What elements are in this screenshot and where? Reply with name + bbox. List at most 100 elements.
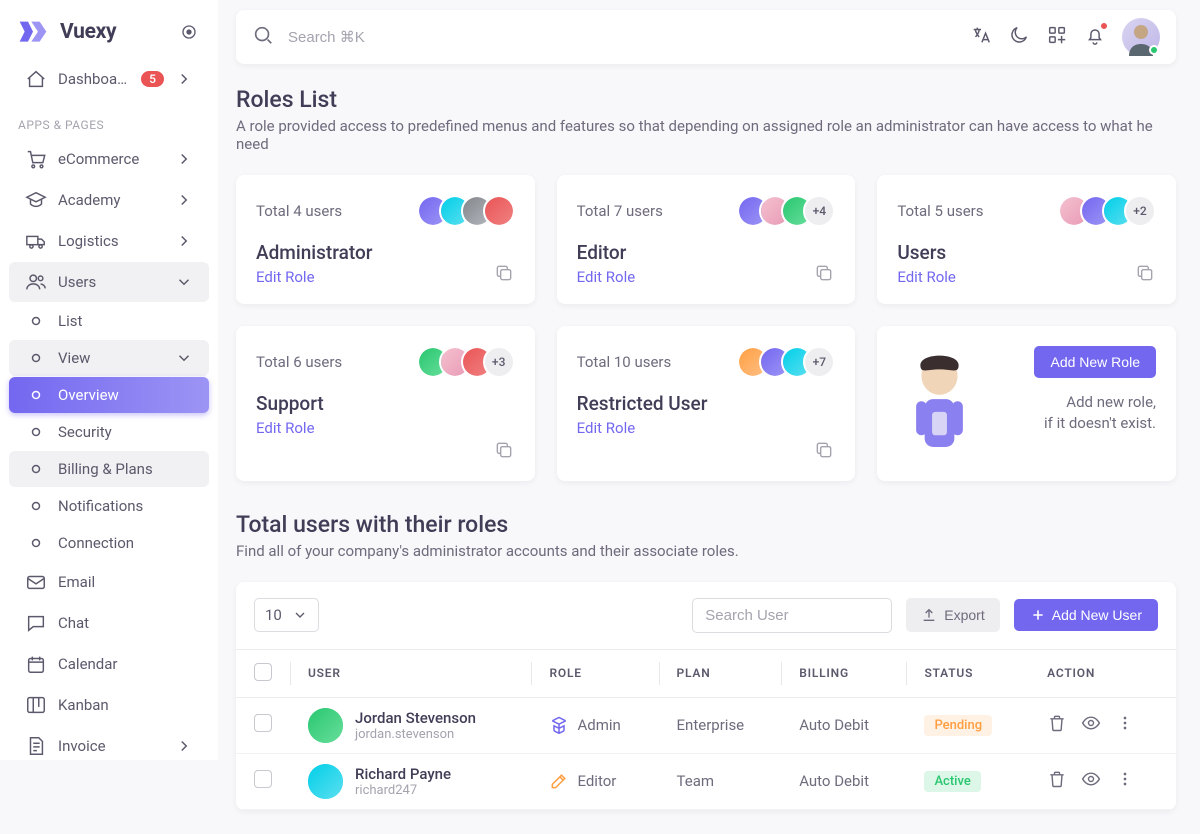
editor-role-icon	[549, 771, 569, 791]
plan-cell: Enterprise	[659, 697, 782, 753]
table-toolbar: 10 Export Add New User	[236, 582, 1176, 649]
sidebar-item-logistics[interactable]: Logistics	[9, 221, 209, 261]
edit-role-link[interactable]: Edit Role	[577, 268, 636, 286]
delete-icon[interactable]	[1047, 713, 1067, 737]
total-users: Total 4 users	[256, 202, 342, 220]
language-icon[interactable]	[970, 24, 992, 50]
sidebar-item-ecommerce[interactable]: eCommerce	[9, 139, 209, 179]
chevron-down-icon	[175, 349, 193, 367]
dashboards-badge: 5	[141, 71, 164, 87]
copy-icon[interactable]	[489, 435, 519, 465]
add-new-user-button[interactable]: Add New User	[1014, 599, 1158, 631]
sidebar-pin-icon[interactable]	[178, 21, 200, 43]
copy-icon[interactable]	[489, 258, 519, 288]
theme-icon[interactable]	[1008, 24, 1030, 50]
copy-icon[interactable]	[809, 258, 839, 288]
sidebar-item-invoice[interactable]: Invoice	[9, 726, 209, 760]
rows-per-page-select[interactable]: 10	[254, 598, 319, 632]
role-card: Total 10 users +7 Restricted User Edit R…	[557, 326, 856, 481]
user-name[interactable]: Jordan Stevenson	[355, 709, 476, 727]
search-input[interactable]	[288, 29, 956, 46]
notification-icon[interactable]	[1084, 24, 1106, 50]
academy-icon	[25, 189, 47, 211]
user-username: richard247	[355, 783, 451, 798]
total-users: Total 6 users	[256, 353, 342, 371]
sidebar-item-connection[interactable]: Connection	[9, 525, 209, 561]
edit-role-link[interactable]: Edit Role	[256, 268, 315, 286]
view-icon[interactable]	[1081, 769, 1101, 793]
sidebar-item-list[interactable]: List	[9, 303, 209, 339]
col-billing[interactable]: BILLING	[781, 649, 906, 697]
edit-role-link[interactable]: Edit Role	[256, 419, 315, 437]
invoice-icon	[25, 735, 47, 757]
users-table: USER ROLE PLAN BILLING STATUS ACTION Jor…	[236, 649, 1176, 810]
plus-icon	[1030, 607, 1046, 623]
cart-icon	[25, 148, 47, 170]
mail-icon	[25, 571, 47, 593]
row-checkbox[interactable]	[254, 714, 272, 732]
search-user-input[interactable]	[692, 598, 892, 633]
copy-icon[interactable]	[809, 435, 839, 465]
circle-icon	[25, 353, 47, 363]
sidebar-item-calendar[interactable]: Calendar	[9, 644, 209, 684]
sidebar-item-dashboards[interactable]: Dashboards 5	[9, 59, 209, 99]
sidebar-item-billing[interactable]: Billing & Plans	[9, 451, 209, 487]
plan-cell: Team	[659, 753, 782, 809]
col-user[interactable]: USER	[290, 649, 531, 697]
role-card: Total 6 users +3 Support Edit Role	[236, 326, 535, 481]
role-card: Total 5 users +2 Users Edit Role	[877, 175, 1176, 304]
sidebar-item-security[interactable]: Security	[9, 414, 209, 450]
page-title: Roles List	[236, 86, 1176, 113]
chevron-right-icon	[175, 150, 193, 168]
col-plan[interactable]: PLAN	[659, 649, 782, 697]
more-icon[interactable]	[1115, 713, 1135, 737]
edit-role-link[interactable]: Edit Role	[897, 268, 956, 286]
sidebar-item-kanban[interactable]: Kanban	[9, 685, 209, 725]
col-action: ACTION	[1029, 649, 1176, 697]
copy-icon[interactable]	[1130, 258, 1160, 288]
row-checkbox[interactable]	[254, 770, 272, 788]
add-new-role-button[interactable]: Add New Role	[1034, 346, 1156, 378]
add-role-card: Add New Role Add new role, if it doesn't…	[877, 326, 1176, 481]
add-role-illustration	[897, 346, 982, 463]
users-icon	[25, 271, 47, 293]
sidebar-item-notifications[interactable]: Notifications	[9, 488, 209, 524]
sidebar-item-email[interactable]: Email	[9, 562, 209, 602]
avatar-group: +2	[1058, 195, 1156, 227]
billing-cell: Auto Debit	[781, 697, 906, 753]
users-table-card: 10 Export Add New User US	[236, 582, 1176, 810]
page-subtitle: A role provided access to predefined men…	[236, 117, 1176, 153]
user-name[interactable]: Richard Payne	[355, 765, 451, 783]
chevron-right-icon	[175, 70, 193, 88]
edit-role-link[interactable]: Edit Role	[577, 419, 636, 437]
export-button[interactable]: Export	[906, 598, 999, 632]
select-all-checkbox[interactable]	[254, 663, 272, 681]
circle-icon	[25, 464, 47, 474]
sidebar-item-chat[interactable]: Chat	[9, 603, 209, 643]
search-icon[interactable]	[252, 24, 274, 50]
user-avatar[interactable]	[1122, 18, 1160, 56]
sidebar: Vuexy Dashboards 5 APPS & PAGES eCommerc…	[0, 0, 218, 760]
user-username: jordan.stevenson	[355, 727, 476, 742]
view-icon[interactable]	[1081, 713, 1101, 737]
add-role-note: Add new role, if it doesn't exist.	[990, 392, 1156, 434]
section-title: APPS & PAGES	[0, 100, 218, 138]
sidebar-item-view[interactable]: View	[9, 340, 209, 376]
apps-icon[interactable]	[1046, 24, 1068, 50]
role-name: Restricted User	[577, 392, 836, 415]
more-icon[interactable]	[1115, 769, 1135, 793]
sidebar-item-academy[interactable]: Academy	[9, 180, 209, 220]
sidebar-item-users[interactable]: Users	[9, 262, 209, 302]
delete-icon[interactable]	[1047, 769, 1067, 793]
circle-icon	[25, 316, 47, 326]
col-role[interactable]: ROLE	[531, 649, 658, 697]
role-name: Administrator	[256, 241, 515, 264]
table-row: Richard Paynerichard247 Editor Team Auto…	[236, 753, 1176, 809]
avatar-more: +2	[1124, 195, 1156, 227]
col-status[interactable]: STATUS	[906, 649, 1029, 697]
chevron-down-icon	[175, 273, 193, 291]
sidebar-item-overview[interactable]: Overview	[9, 377, 209, 413]
kanban-icon	[25, 694, 47, 716]
admin-role-icon	[549, 715, 569, 735]
circle-icon	[25, 427, 47, 437]
